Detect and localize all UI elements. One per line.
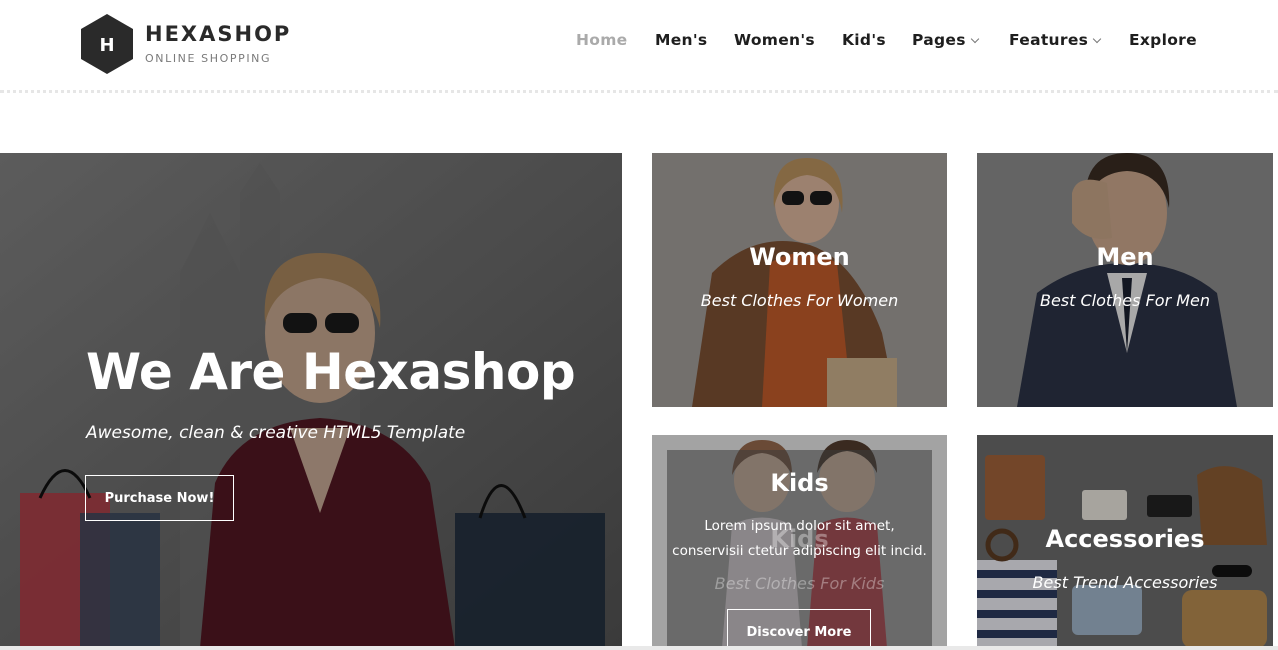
page-bottom-border bbox=[0, 646, 1278, 650]
hero-subtitle: Awesome, clean & creative HTML5 Template bbox=[86, 423, 466, 443]
category-subtitle: Best Clothes For Kids bbox=[714, 574, 885, 593]
nav-item-kids[interactable]: Kid's bbox=[842, 31, 886, 49]
chevron-down-icon bbox=[1092, 34, 1102, 44]
nav-label: Features bbox=[1009, 31, 1089, 49]
brand-tagline: ONLINE SHOPPING bbox=[145, 52, 272, 65]
category-title: Men bbox=[1096, 243, 1154, 271]
category-subtitle: Best Trend Accessories bbox=[1032, 573, 1218, 592]
nav-item-home[interactable]: Home bbox=[576, 31, 627, 49]
hero-banner: We Are Hexashop Awesome, clean & creativ… bbox=[0, 153, 622, 648]
logo-letter: H bbox=[99, 35, 114, 56]
chevron-down-icon bbox=[970, 34, 979, 44]
hero-title: We Are Hexashop bbox=[86, 343, 576, 401]
kids-hover-description: Lorem ipsum dolor sit amet, conservisii … bbox=[672, 518, 927, 559]
category-title: Accessories bbox=[1045, 525, 1205, 553]
nav-item-features[interactable]: Features bbox=[1009, 31, 1102, 49]
site-logo[interactable]: H HEXASHOP ONLINE SHOPPING bbox=[81, 14, 291, 76]
category-card-women[interactable]: Women Best Clothes For Women bbox=[652, 153, 947, 407]
category-subtitle: Best Clothes For Women bbox=[700, 291, 899, 310]
nav-item-womens[interactable]: Women's bbox=[734, 31, 815, 49]
nav-item-mens[interactable]: Men's bbox=[655, 31, 707, 49]
nav-label: Kid's bbox=[842, 31, 886, 49]
category-card-men[interactable]: Men Best Clothes For Men bbox=[977, 153, 1273, 407]
discover-more-button[interactable]: Discover More bbox=[727, 609, 871, 648]
site-header: H HEXASHOP ONLINE SHOPPING Home Men's Wo… bbox=[0, 0, 1278, 93]
nav-item-explore[interactable]: Explore bbox=[1129, 31, 1197, 49]
kids-hover-title: Kids bbox=[770, 469, 829, 497]
header-divider bbox=[0, 90, 1278, 93]
nav-item-pages[interactable]: Pages bbox=[912, 31, 979, 49]
nav-label: Home bbox=[576, 31, 628, 49]
category-subtitle: Best Clothes For Men bbox=[1039, 291, 1211, 310]
nav-label: Women's bbox=[734, 31, 815, 49]
brand-name: HEXASHOP bbox=[145, 22, 292, 46]
category-title: Women bbox=[749, 243, 850, 271]
category-card-accessories[interactable]: Accessories Best Trend Accessories bbox=[977, 435, 1273, 648]
hexagon-logo-icon: H bbox=[81, 14, 133, 74]
card-overlay bbox=[977, 153, 1273, 407]
card-overlay bbox=[652, 153, 947, 407]
nav-label: Pages bbox=[912, 31, 966, 49]
nav-label: Men's bbox=[655, 31, 708, 49]
nav-label: Explore bbox=[1129, 31, 1197, 49]
category-card-kids[interactable]: Kids Best Clothes For Kids Kids Lorem ip… bbox=[652, 435, 947, 648]
purchase-now-button[interactable]: Purchase Now! bbox=[85, 475, 234, 521]
